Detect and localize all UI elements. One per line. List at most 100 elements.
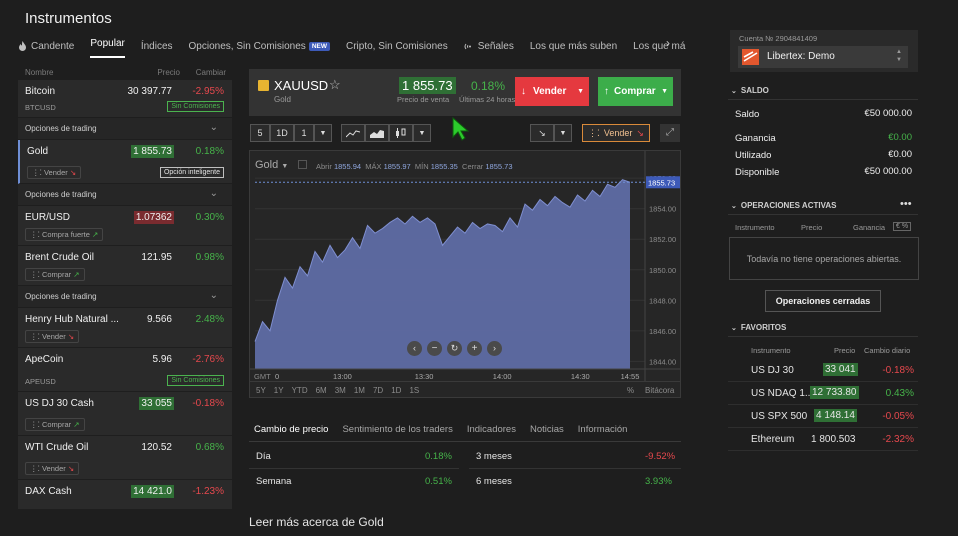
- chevron-down-icon: ⌄: [209, 290, 218, 301]
- range-button-6m[interactable]: 6M: [316, 386, 327, 395]
- change-week-value: 0.51%: [425, 476, 452, 487]
- percent-toggle[interactable]: %: [627, 386, 634, 395]
- range-button-ytd[interactable]: YTD: [292, 386, 308, 395]
- balance-row: Utilizado €0.00: [735, 149, 912, 161]
- list-item[interactable]: DAX Cash 14 421.0 -1.23%: [18, 480, 232, 510]
- favorite-star-icon[interactable]: ☆: [329, 77, 341, 93]
- zoom-in-icon[interactable]: +: [467, 341, 482, 356]
- page-title: Instrumentos: [25, 10, 112, 27]
- tabs-scroll-right-icon[interactable]: ›: [666, 36, 670, 50]
- chevron-right-icon[interactable]: ›: [487, 341, 502, 356]
- x-tick-label: 13:30: [415, 372, 434, 381]
- range-button-1s[interactable]: 1S: [409, 386, 419, 395]
- balance-section-header[interactable]: ⌄ SALDO: [731, 86, 769, 95]
- tab-indicators[interactable]: Indicadores: [467, 424, 516, 442]
- favorite-row[interactable]: US DJ 30 33 041 -0.18%: [728, 360, 918, 382]
- change-day-value: 0.18%: [425, 451, 452, 462]
- drawing-tool-dropdown-button[interactable]: ▼: [554, 124, 572, 142]
- price-chart[interactable]: 1856.001854.001852.001850.001848.001846.…: [249, 150, 681, 398]
- instrument-symbol: XAUUSD: [274, 78, 329, 93]
- favorite-row[interactable]: US SPX 500 4 148.14 -0.05%: [728, 406, 918, 428]
- libertex-logo: [742, 49, 759, 65]
- range-button-7d[interactable]: 7D: [373, 386, 383, 395]
- favorite-row[interactable]: US NDAQ 1... 12 733.80 0.43%: [728, 383, 918, 405]
- x-axis-prefix: GMT: [254, 372, 271, 381]
- list-item[interactable]: Henry Hub Natural ... 9.566 2.48% ⋮⁚ Ven…: [18, 308, 232, 348]
- tab-sentiment[interactable]: Sentimiento de los traders: [342, 424, 452, 442]
- interval-5-button[interactable]: 5: [250, 124, 270, 142]
- list-item[interactable]: EUR/USD 1.07362 0.30% ⋮⁚ Compra fuerte ↗: [18, 206, 232, 246]
- chart-title[interactable]: Gold ▼: [255, 159, 288, 171]
- range-button-1d[interactable]: 1D: [391, 386, 401, 395]
- more-options-icon[interactable]: •••: [900, 198, 912, 210]
- tab-news[interactable]: Noticias: [530, 424, 564, 442]
- favorite-row[interactable]: Ethereum 1 800.503 -2.32%: [728, 429, 918, 451]
- tab-price-change[interactable]: Cambio de precio: [254, 424, 329, 442]
- chart-type-dropdown-button[interactable]: ▼: [413, 124, 431, 142]
- instrument-name: Gold: [274, 95, 291, 104]
- fire-icon: [19, 41, 26, 51]
- signal-icon: ⋮⁚: [588, 127, 600, 138]
- favorites-section-header[interactable]: ⌄ FAVORITOS: [731, 323, 786, 332]
- chevron-down-icon: ▼: [661, 88, 668, 95]
- chart-canvas[interactable]: 1856.001854.001852.001850.001848.001846.…: [250, 151, 682, 399]
- list-item[interactable]: Bitcoin 30 397.77 -2.95% BTCUSD Sin Comi…: [18, 80, 232, 118]
- signal-icon: ⋮⁚: [30, 332, 42, 341]
- tab-crypto[interactable]: Cripto, Sin Comisiones: [346, 36, 448, 56]
- interval-dropdown-button[interactable]: ▼: [314, 124, 332, 142]
- current-price-label: 1855.73: [648, 178, 675, 187]
- fullscreen-icon[interactable]: ⤢: [660, 124, 680, 142]
- new-badge: NEW: [308, 41, 330, 51]
- tab-signals[interactable]: Señales: [464, 36, 514, 56]
- tab-indices[interactable]: Índices: [141, 36, 173, 56]
- list-item-selected[interactable]: Gold 1 855.73 0.18% ⋮⁚ Vender ↘ Opción i…: [18, 140, 232, 184]
- signal-sell-button[interactable]: ⋮⁚ Vender ↘: [582, 124, 650, 142]
- buy-button[interactable]: ↑ Comprar ▼: [598, 77, 673, 106]
- chart-settings-icon[interactable]: [298, 160, 307, 169]
- tab-top-gainers[interactable]: Los que más suben: [530, 36, 617, 56]
- sell-button[interactable]: ↓ Vender ▼: [515, 77, 589, 106]
- account-selector[interactable]: Cuenta № 2904841409 Libertex: Demo ▲ ▼: [730, 30, 918, 72]
- list-item[interactable]: Brent Crude Oil 121.95 0.98% ⋮⁚ Comprar …: [18, 246, 232, 286]
- arrow-up-right-icon: ↗: [73, 420, 80, 429]
- line-chart-button[interactable]: [341, 124, 365, 142]
- reset-icon[interactable]: ↻: [447, 341, 462, 356]
- range-button-1m[interactable]: 1M: [354, 386, 365, 395]
- zoom-out-icon[interactable]: −: [427, 341, 442, 356]
- range-button-3m[interactable]: 3M: [335, 386, 346, 395]
- signal-badge: ⋮⁚ Vender ↘: [25, 462, 80, 475]
- range-button-5y[interactable]: 5Y: [256, 386, 266, 395]
- closed-operations-button[interactable]: Operaciones cerradas: [765, 290, 881, 312]
- smart-option-badge[interactable]: Opción inteligente: [159, 167, 224, 178]
- signal-icon: [464, 43, 471, 49]
- operations-section-header[interactable]: ⌄ OPERACIONES ACTIVAS: [731, 201, 836, 210]
- trading-options-toggle[interactable]: Opciones de trading ⌄: [18, 184, 232, 206]
- ohlc-readout: Abrir 1855.94 MÁX 1855.97 MÍN 1855.35 Ce…: [316, 162, 513, 171]
- y-tick-label: 1850.00: [649, 266, 676, 275]
- chevron-left-icon[interactable]: ‹: [407, 341, 422, 356]
- trading-options-toggle[interactable]: Opciones de trading ⌄: [18, 118, 232, 140]
- interval-1-button[interactable]: 1: [294, 124, 314, 142]
- chevron-down-icon: ⌄: [731, 203, 737, 210]
- range-button-1y[interactable]: 1Y: [274, 386, 284, 395]
- detail-tabs: Cambio de precio Sentimiento de los trad…: [254, 424, 641, 442]
- euro-toggle[interactable]: € %: [893, 222, 912, 231]
- area-chart-button[interactable]: [365, 124, 389, 142]
- log-toggle[interactable]: Bitácora: [645, 386, 674, 395]
- change-3m-label: 3 meses: [476, 451, 512, 462]
- list-item[interactable]: WTI Crude Oil 120.52 0.68% ⋮⁚ Vender ↘: [18, 436, 232, 480]
- candle-chart-button[interactable]: [389, 124, 413, 142]
- tab-information[interactable]: Información: [578, 424, 628, 442]
- read-more-heading[interactable]: Leer más acerca de Gold: [249, 515, 384, 529]
- tab-options[interactable]: Opciones, Sin Comisiones NEW: [189, 36, 330, 56]
- list-item[interactable]: ApeCoin 5.96 -2.76% APEUSD Sin Comisione…: [18, 348, 232, 392]
- tab-popular[interactable]: Popular: [90, 36, 125, 58]
- signal-badge: ⋮⁚ Compra fuerte ↗: [25, 228, 104, 241]
- trading-options-toggle[interactable]: Opciones de trading ⌄: [18, 286, 232, 308]
- interval-1d-button[interactable]: 1D: [270, 124, 294, 142]
- list-item[interactable]: US DJ 30 Cash 33 055 -0.18% ⋮⁚ Comprar ↗: [18, 392, 232, 436]
- tab-hot[interactable]: Candente: [18, 36, 74, 56]
- y-tick-label: 1854.00: [649, 205, 676, 214]
- tab-top-losers[interactable]: Los que má: [633, 36, 685, 56]
- drawing-tool-button[interactable]: ↘: [530, 124, 554, 142]
